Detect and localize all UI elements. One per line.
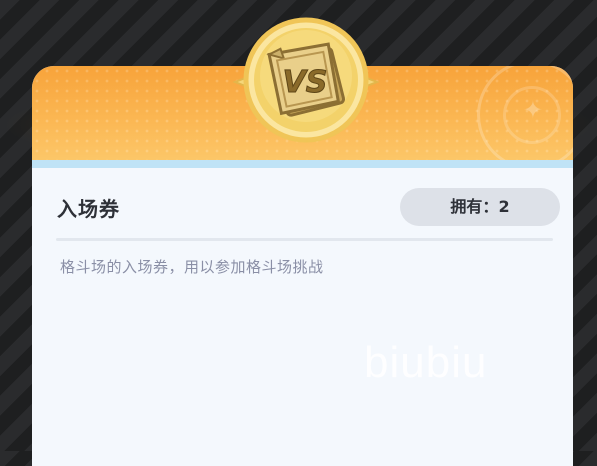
header-star-icon: ✦ [522, 96, 543, 124]
item-description: 格斗场的入场券，用以参加格斗场挑战 [60, 258, 324, 276]
item-name: 入场券 [57, 197, 120, 221]
watermark: biubiu [364, 338, 488, 387]
vs-ticket-emblem: VS [232, 17, 380, 143]
owned-count-badge: 拥有：2 [400, 188, 560, 226]
vs-icon-text: VS [283, 65, 328, 100]
header-accent-band [32, 160, 573, 168]
owned-label: 拥有： [450, 197, 499, 216]
owned-count: 2 [498, 197, 510, 216]
divider [56, 238, 553, 241]
